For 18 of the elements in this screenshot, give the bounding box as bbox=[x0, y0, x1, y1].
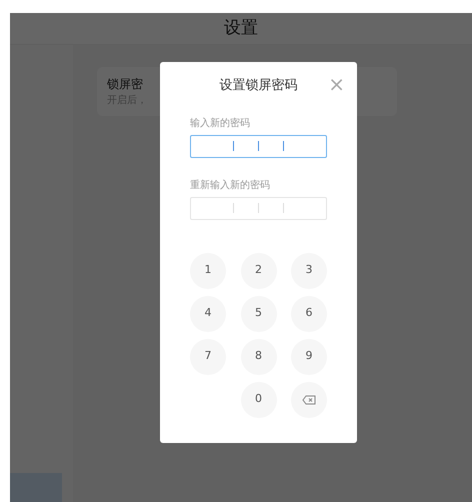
page-title: 设置 bbox=[224, 16, 258, 40]
field-label: 重新输入新的密码 bbox=[190, 178, 271, 192]
keypad-key[interactable]: 5 bbox=[240, 296, 276, 332]
field-label: 输入新的密码 bbox=[190, 116, 251, 130]
backspace-button[interactable] bbox=[291, 382, 327, 418]
keypad-key[interactable]: 4 bbox=[190, 296, 226, 332]
keypad-key[interactable]: 3 bbox=[291, 252, 327, 288]
keypad-key[interactable]: 1 bbox=[190, 252, 226, 288]
keypad-key[interactable]: 7 bbox=[190, 338, 226, 374]
keypad-key[interactable]: 9 bbox=[291, 338, 327, 374]
keypad-key[interactable]: 0 bbox=[240, 382, 276, 418]
password-field[interactable] bbox=[190, 134, 327, 158]
setting-title: 锁屏密 bbox=[107, 76, 143, 93]
keypad-key[interactable]: 2 bbox=[240, 252, 276, 288]
backspace-icon bbox=[302, 394, 316, 404]
dialog-title: 设置锁屏密码 bbox=[218, 77, 298, 95]
keypad-key[interactable]: 8 bbox=[240, 338, 276, 374]
keypad-key[interactable]: 6 bbox=[291, 296, 327, 332]
